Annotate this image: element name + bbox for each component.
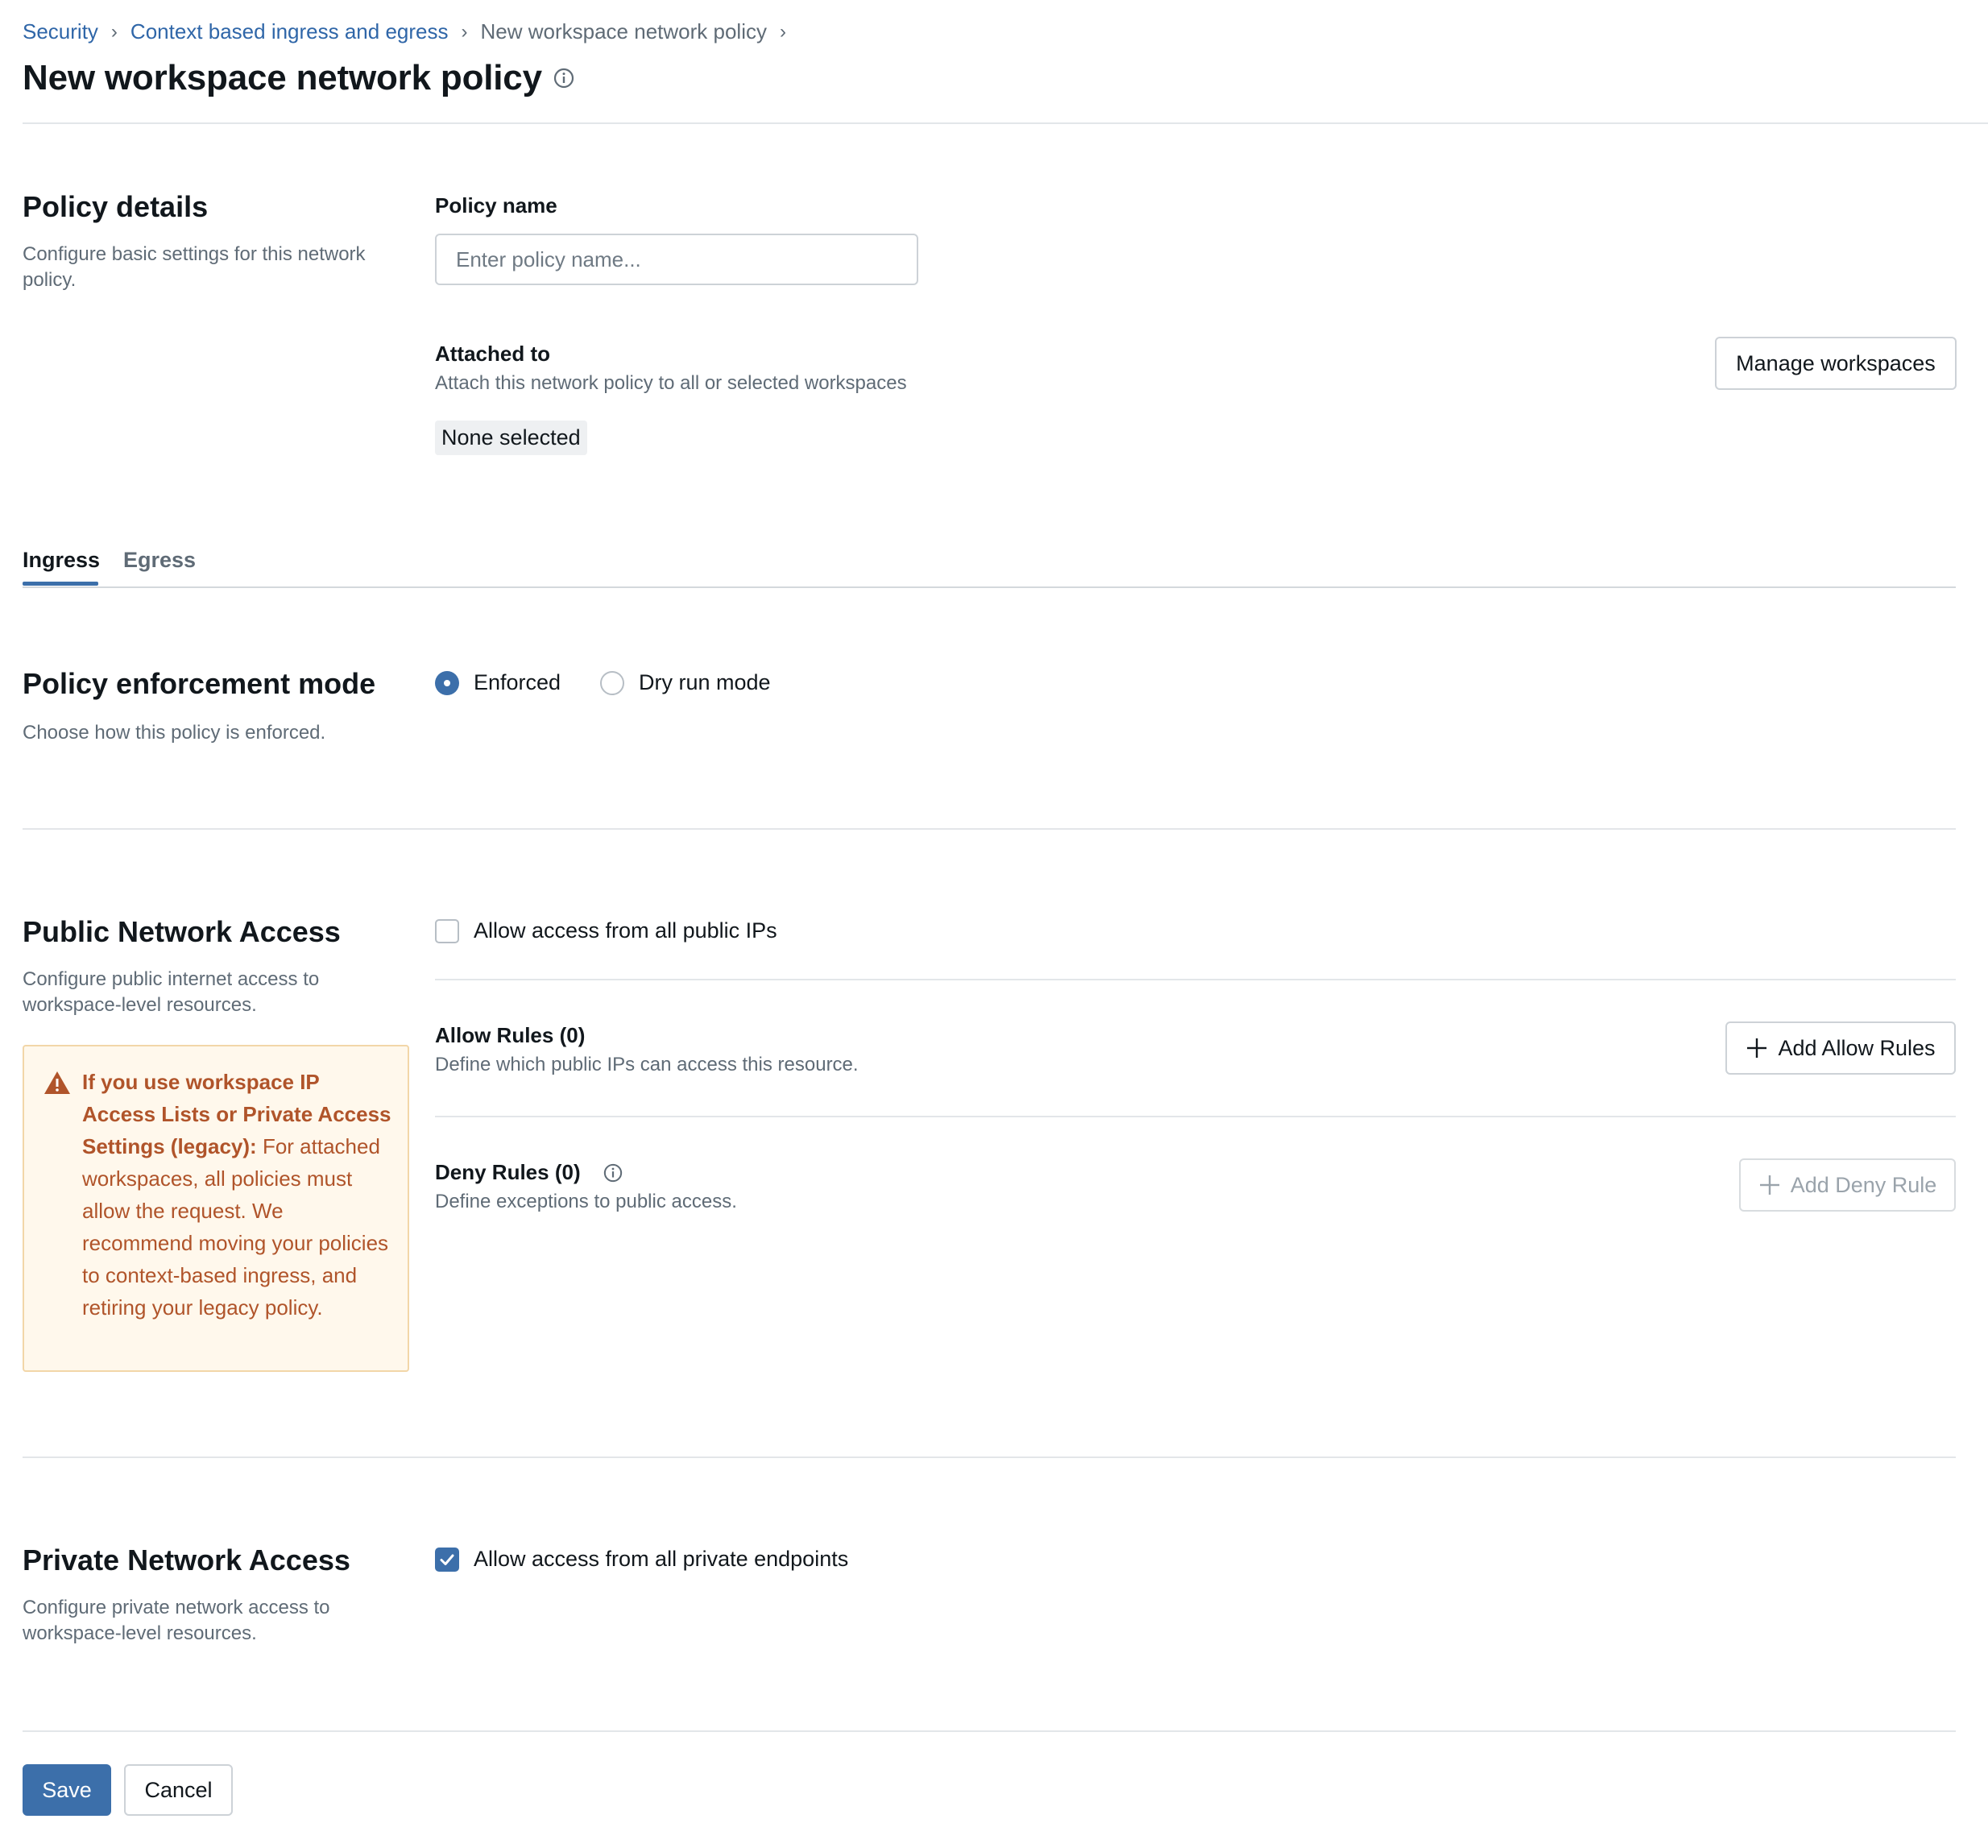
policy-name-label: Policy name: [435, 193, 557, 218]
cancel-button[interactable]: Cancel: [124, 1764, 233, 1816]
chevron-right-icon: ›: [110, 20, 118, 43]
tab-divider: [23, 586, 1956, 588]
enforced-option[interactable]: Enforced: [435, 670, 561, 695]
enforcement-title: Policy enforcement mode: [23, 667, 376, 700]
tab-bar: Ingress Egress: [23, 546, 1956, 588]
warning-body: For attached workspaces, all policies mu…: [82, 1134, 389, 1320]
attached-to-label: Attached to: [435, 342, 550, 366]
dry-run-option[interactable]: Dry run mode: [600, 670, 771, 695]
attached-to-description: Attach this network policy to all or sel…: [435, 372, 907, 394]
plus-icon: [1759, 1175, 1779, 1195]
allow-all-private-label: Allow access from all private endpoints: [474, 1547, 849, 1571]
public-access-title: Public Network Access: [23, 915, 341, 948]
deny-rules-description: Define exceptions to public access.: [435, 1191, 737, 1212]
info-icon[interactable]: [553, 68, 574, 89]
policy-details-title: Policy details: [23, 190, 209, 223]
allow-all-public-label: Allow access from all public IPs: [474, 918, 777, 943]
tab-egress[interactable]: Egress: [123, 548, 196, 573]
deny-rules-header: Deny Rules (0): [435, 1160, 623, 1185]
public-access-description: Configure public internet access to work…: [23, 968, 320, 1016]
allow-all-public-option[interactable]: Allow access from all public IPs: [435, 918, 777, 943]
enforced-radio[interactable]: [435, 670, 459, 695]
info-icon[interactable]: [603, 1163, 623, 1183]
warning-message: If you use workspace IP Access Lists or …: [82, 1066, 396, 1324]
enforcement-divider: [23, 828, 1956, 830]
add-allow-rules-button[interactable]: Add Allow Rules: [1725, 1021, 1956, 1075]
policy-name-input[interactable]: [435, 234, 918, 285]
dry-run-radio[interactable]: [600, 670, 624, 695]
dry-run-label: Dry run mode: [639, 670, 771, 694]
plus-icon: [1747, 1038, 1767, 1058]
public-divider-1: [435, 979, 1956, 980]
deny-rules-title: Deny Rules (0): [435, 1160, 581, 1184]
warning-icon: [43, 1071, 71, 1099]
public-section-divider: [23, 1456, 1956, 1458]
footer-divider: [23, 1730, 1956, 1732]
add-deny-rule-button[interactable]: Add Deny Rule: [1739, 1158, 1956, 1212]
policy-details-description: Configure basic settings for this networ…: [23, 243, 366, 291]
breadcrumb-context-ingress-link[interactable]: Context based ingress and egress: [130, 19, 449, 44]
manage-workspaces-button[interactable]: Manage workspaces: [1715, 337, 1957, 390]
tab-ingress-indicator: [23, 582, 98, 586]
allow-rules-description: Define which public IPs can access this …: [435, 1054, 859, 1075]
legacy-warning-banner: If you use workspace IP Access Lists or …: [23, 1045, 409, 1372]
allow-all-private-checkbox[interactable]: [435, 1547, 459, 1572]
chevron-right-icon: ›: [779, 20, 786, 43]
checkmark-icon: [440, 1554, 454, 1565]
breadcrumb-current: New workspace network policy: [480, 19, 767, 44]
private-access-description: Configure private network access to work…: [23, 1597, 330, 1644]
page-title: New workspace network policy: [23, 58, 542, 97]
allow-rules-title: Allow Rules (0): [435, 1023, 586, 1047]
tab-ingress[interactable]: Ingress: [23, 548, 100, 573]
breadcrumb: Security › Context based ingress and egr…: [23, 19, 799, 44]
enforcement-description: Choose how this policy is enforced.: [23, 722, 326, 744]
save-button[interactable]: Save: [23, 1764, 111, 1816]
enforced-label: Enforced: [474, 670, 561, 694]
allow-all-private-option[interactable]: Allow access from all private endpoints: [435, 1547, 848, 1572]
chevron-right-icon: ›: [461, 20, 468, 43]
add-deny-rule-label: Add Deny Rule: [1790, 1172, 1937, 1197]
public-divider-2: [435, 1116, 1956, 1117]
allow-all-public-checkbox[interactable]: [435, 918, 459, 943]
page-title-row: New workspace network policy: [23, 58, 574, 98]
title-divider: [23, 122, 1988, 124]
attached-workspaces-value: None selected: [435, 421, 587, 455]
breadcrumb-security-link[interactable]: Security: [23, 19, 98, 44]
private-access-title: Private Network Access: [23, 1543, 350, 1577]
add-allow-rules-label: Add Allow Rules: [1778, 1035, 1936, 1060]
